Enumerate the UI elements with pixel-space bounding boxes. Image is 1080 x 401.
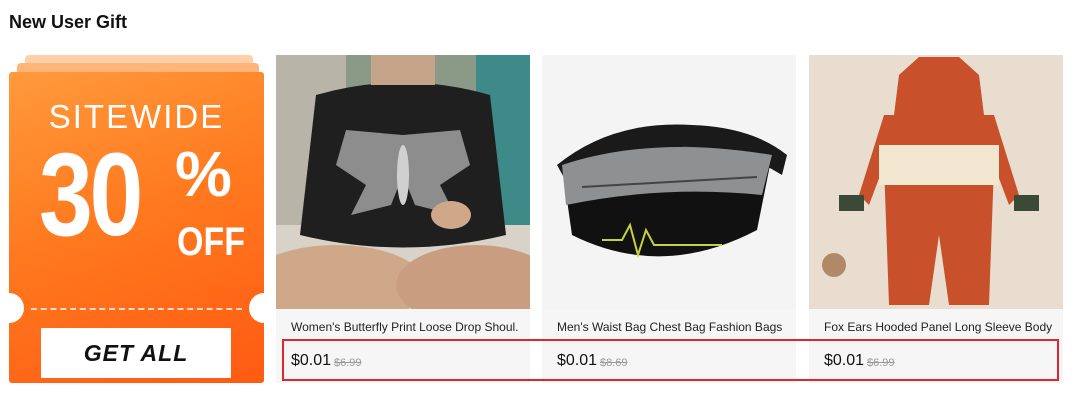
product-original-price: $8.69 xyxy=(600,357,628,369)
product-title[interactable]: Men's Waist Bag Chest Bag Fashion Bags C… xyxy=(557,320,785,334)
sitewide-coupon-card[interactable]: SITEWIDE 30 % OFF GET ALL xyxy=(0,55,279,383)
product-price: $0.01 xyxy=(824,352,865,369)
product-price: $0.01 xyxy=(291,352,332,369)
coupon-percent-sign: % xyxy=(175,138,232,210)
coupon-body: SITEWIDE 30 % OFF GET ALL xyxy=(9,72,264,383)
product-card[interactable]: Men's Waist Bag Chest Bag Fashion Bags C… xyxy=(542,55,796,383)
product-image[interactable] xyxy=(276,55,530,309)
coupon-divider xyxy=(31,308,242,310)
section-title: New User Gift xyxy=(9,12,128,32)
product-original-price: $6.99 xyxy=(867,357,895,369)
get-all-button[interactable]: GET ALL xyxy=(41,328,231,378)
coupon-discount-number: 30 xyxy=(39,129,143,261)
product-card[interactable]: Fox Ears Hooded Panel Long Sleeve Bodys.… xyxy=(809,55,1063,383)
product-title[interactable]: Women's Butterfly Print Loose Drop Shoul… xyxy=(291,320,519,334)
product-card[interactable]: Women's Butterfly Print Loose Drop Shoul… xyxy=(276,55,530,383)
coupon-notch-right xyxy=(249,293,279,323)
coupon-off-label: OFF xyxy=(177,220,245,264)
product-original-price: $6.99 xyxy=(334,357,362,369)
product-image[interactable] xyxy=(809,55,1063,309)
product-price: $0.01 xyxy=(557,352,598,369)
product-image[interactable] xyxy=(542,55,796,309)
product-title[interactable]: Fox Ears Hooded Panel Long Sleeve Bodys.… xyxy=(824,320,1052,334)
